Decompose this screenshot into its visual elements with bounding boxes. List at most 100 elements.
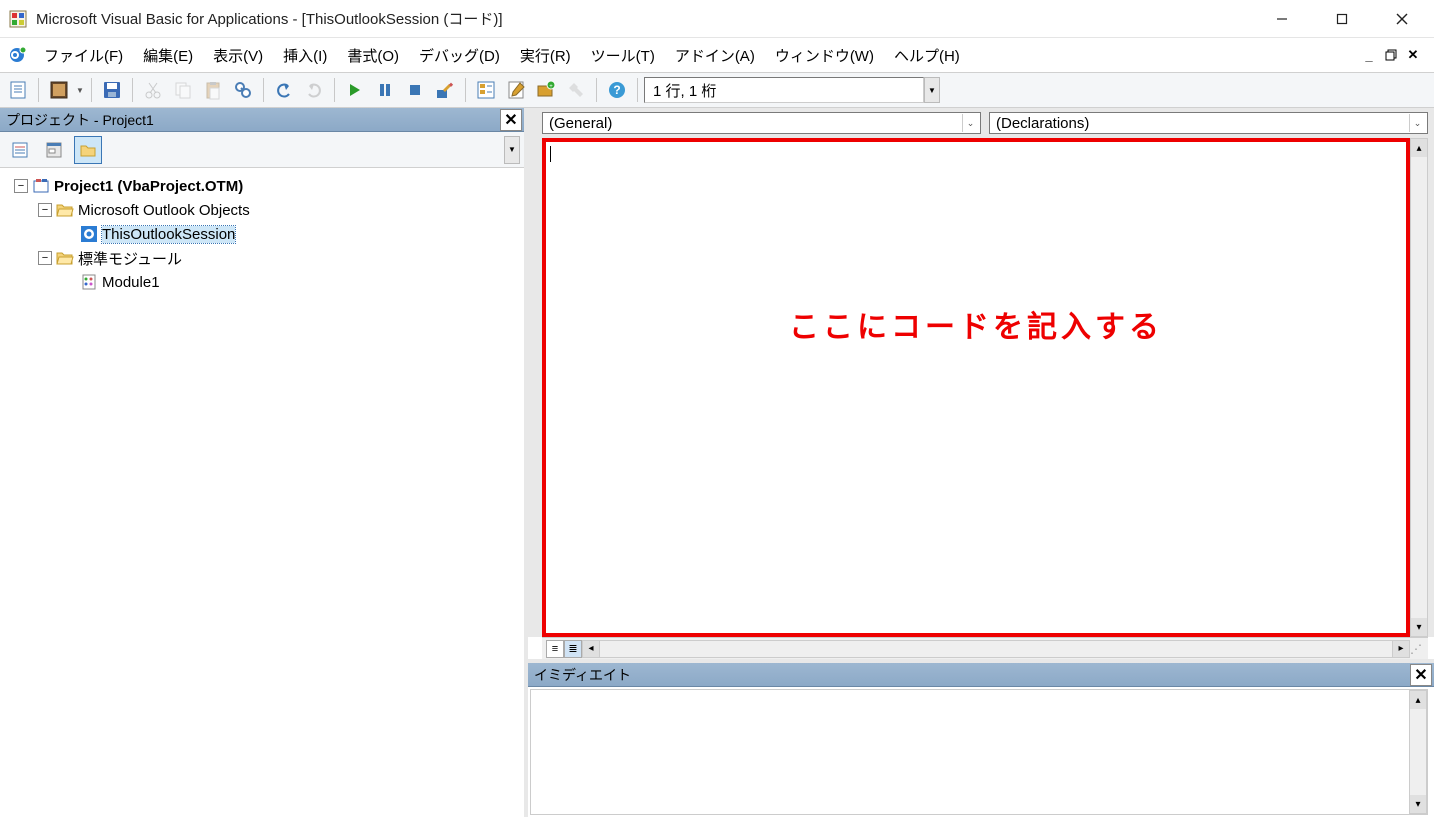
tree-folder-modules[interactable]: − 標準モジュール — [4, 246, 520, 270]
collapse-icon[interactable]: − — [38, 203, 52, 217]
menu-window[interactable]: ウィンドウ(W) — [765, 41, 884, 70]
menu-help[interactable]: ヘルプ(H) — [884, 41, 970, 70]
project-panel-title: プロジェクト - Project1 — [6, 110, 154, 130]
toolbar-overflow-icon[interactable]: ▼ — [924, 77, 940, 103]
menu-format[interactable]: 書式(O) — [337, 41, 409, 70]
scroll-down-icon[interactable]: ▾ — [1410, 795, 1426, 813]
close-button[interactable] — [1372, 0, 1432, 38]
project-toolbar-overflow-icon[interactable]: ▼ — [504, 136, 520, 164]
insert-dropdown-icon[interactable]: ▼ — [75, 86, 85, 95]
procedure-dropdown-value: (Declarations) — [996, 115, 1089, 132]
menu-tools[interactable]: ツール(T) — [581, 41, 665, 70]
immediate-window: イミディエイト ✕ ▴ ▾ — [528, 659, 1434, 817]
mdi-minimize-button[interactable]: _ — [1360, 46, 1378, 64]
redo-button[interactable] — [300, 76, 328, 104]
code-editor[interactable]: ここにコードを記入する — [542, 138, 1410, 637]
project-toolbar: ▼ — [0, 132, 524, 168]
design-mode-button[interactable] — [431, 76, 459, 104]
object-dropdown[interactable]: (General) ⌄ — [542, 112, 981, 134]
outlook-object-icon — [80, 225, 98, 243]
menu-insert[interactable]: 挿入(I) — [273, 41, 337, 70]
reset-button[interactable] — [401, 76, 429, 104]
outlook-icon — [6, 44, 28, 66]
vba-app-icon — [8, 9, 28, 29]
procedure-view-button[interactable]: ≡ — [546, 640, 564, 658]
view-code-button[interactable] — [6, 136, 34, 164]
run-button[interactable] — [341, 76, 369, 104]
minimize-button[interactable] — [1252, 0, 1312, 38]
mdi-restore-button[interactable] — [1382, 46, 1400, 64]
folder-open-icon — [56, 249, 74, 267]
project-icon — [32, 177, 50, 195]
project-panel-header: プロジェクト - Project1 ✕ — [0, 108, 524, 132]
window-title: Microsoft Visual Basic for Applications … — [36, 8, 1252, 29]
tree-folder-outlook-objects[interactable]: − Microsoft Outlook Objects — [4, 198, 520, 222]
copy-button[interactable] — [169, 76, 197, 104]
object-dropdown-value: (General) — [549, 115, 612, 132]
folder-open-icon — [56, 201, 74, 219]
svg-text:+: + — [549, 84, 553, 90]
undo-button[interactable] — [270, 76, 298, 104]
code-footer: ≡ ≣ ◂ ▸ ⋰ — [542, 637, 1428, 659]
procedure-dropdown[interactable]: (Declarations) ⌄ — [989, 112, 1428, 134]
immediate-close-button[interactable]: ✕ — [1410, 664, 1432, 686]
resize-grip-icon[interactable]: ⋰ — [1410, 642, 1424, 656]
view-outlook-button[interactable] — [4, 76, 32, 104]
paste-button[interactable] — [199, 76, 227, 104]
scroll-up-icon[interactable]: ▴ — [1411, 139, 1427, 157]
tree-item-module1[interactable]: Module1 — [4, 270, 520, 294]
cut-button[interactable] — [139, 76, 167, 104]
immediate-vertical-scrollbar[interactable]: ▴ ▾ — [1409, 690, 1427, 814]
menu-run[interactable]: 実行(R) — [510, 41, 581, 70]
collapse-icon[interactable]: − — [38, 251, 52, 265]
cursor-position: 1 行, 1 桁 — [644, 77, 924, 103]
toolbox-button[interactable] — [562, 76, 590, 104]
titlebar: Microsoft Visual Basic for Applications … — [0, 0, 1434, 38]
chevron-down-icon: ⌄ — [1409, 114, 1425, 132]
collapse-icon[interactable]: − — [14, 179, 28, 193]
full-module-view-button[interactable]: ≣ — [564, 640, 582, 658]
menu-debug[interactable]: デバッグ(D) — [409, 41, 510, 70]
text-cursor — [550, 146, 551, 162]
break-button[interactable] — [371, 76, 399, 104]
menu-view[interactable]: 表示(V) — [203, 41, 273, 70]
mdi-close-button[interactable]: ✕ — [1404, 46, 1422, 64]
svg-text:?: ? — [613, 83, 620, 97]
insert-button[interactable] — [45, 76, 73, 104]
properties-button[interactable] — [502, 76, 530, 104]
chevron-down-icon: ⌄ — [962, 114, 978, 132]
toggle-folders-button[interactable] — [74, 136, 102, 164]
save-button[interactable] — [98, 76, 126, 104]
immediate-header: イミディエイト ✕ — [528, 663, 1434, 687]
toolbar: ▼ + ? 1 行, 1 桁 ▼ — [0, 72, 1434, 108]
menu-file[interactable]: ファイル(F) — [34, 41, 133, 70]
window-controls — [1252, 0, 1432, 38]
project-tree[interactable]: − Project1 (VbaProject.OTM) − Microsoft … — [0, 168, 524, 817]
scroll-right-icon[interactable]: ▸ — [1392, 640, 1410, 658]
module-icon — [80, 273, 98, 291]
scroll-left-icon[interactable]: ◂ — [582, 640, 600, 658]
menu-addins[interactable]: アドイン(A) — [665, 41, 765, 70]
help-button[interactable]: ? — [603, 76, 631, 104]
tree-root-label: Project1 (VbaProject.OTM) — [54, 178, 243, 195]
immediate-title: イミディエイト — [534, 665, 631, 685]
annotation-text: ここにコードを記入する — [546, 302, 1406, 346]
view-object-button[interactable] — [40, 136, 68, 164]
maximize-button[interactable] — [1312, 0, 1372, 38]
scroll-down-icon[interactable]: ▾ — [1411, 618, 1427, 636]
code-pane: (General) ⌄ (Declarations) ⌄ ここにコードを記入する… — [528, 108, 1434, 817]
find-button[interactable] — [229, 76, 257, 104]
tree-root[interactable]: − Project1 (VbaProject.OTM) — [4, 174, 520, 198]
scroll-up-icon[interactable]: ▴ — [1410, 691, 1426, 709]
project-explorer-button[interactable] — [472, 76, 500, 104]
tree-item-thisoutlooksession[interactable]: ThisOutlookSession — [4, 222, 520, 246]
tree-folder-label: 標準モジュール — [78, 248, 182, 269]
object-browser-button[interactable]: + — [532, 76, 560, 104]
project-explorer-pane: プロジェクト - Project1 ✕ ▼ − Project1 (VbaPro… — [0, 108, 528, 817]
immediate-input[interactable] — [531, 690, 1409, 814]
code-horizontal-scrollbar[interactable] — [600, 640, 1392, 658]
code-vertical-scrollbar[interactable]: ▴ ▾ — [1410, 138, 1428, 637]
project-panel-close-button[interactable]: ✕ — [500, 109, 522, 131]
menu-edit[interactable]: 編集(E) — [133, 41, 203, 70]
tree-item-label: Module1 — [102, 274, 160, 291]
